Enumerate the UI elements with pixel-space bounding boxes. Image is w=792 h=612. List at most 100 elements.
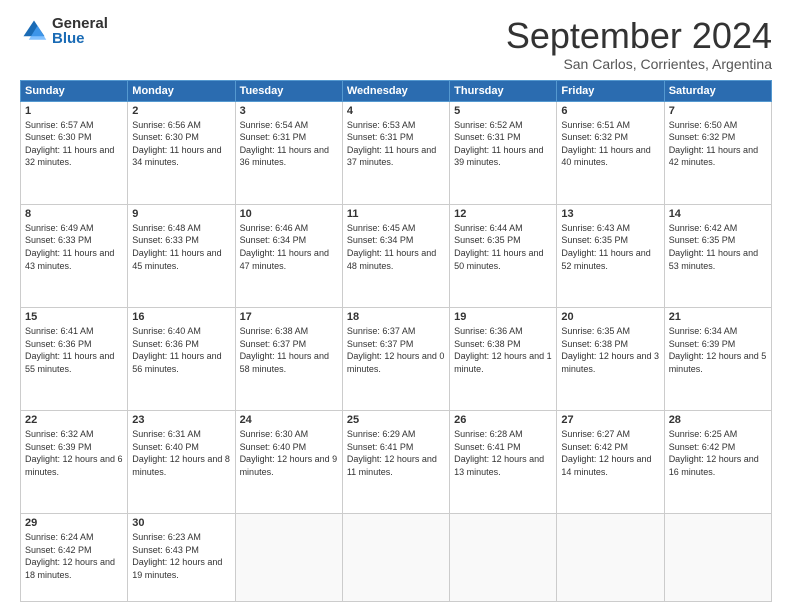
calendar-cell: 22 Sunrise: 6:32 AMSunset: 6:39 PMDaylig… (21, 411, 128, 514)
header: General Blue September 2024 San Carlos, … (20, 16, 772, 72)
day-number: 3 (240, 105, 338, 117)
day-number: 27 (561, 414, 659, 426)
day-info: Sunrise: 6:38 AMSunset: 6:37 PMDaylight:… (240, 326, 329, 374)
calendar-cell: 6 Sunrise: 6:51 AMSunset: 6:32 PMDayligh… (557, 101, 664, 204)
day-number: 24 (240, 414, 338, 426)
calendar-cell: 5 Sunrise: 6:52 AMSunset: 6:31 PMDayligh… (450, 101, 557, 204)
calendar-cell: 29 Sunrise: 6:24 AMSunset: 6:42 PMDaylig… (21, 514, 128, 602)
day-info: Sunrise: 6:50 AMSunset: 6:32 PMDaylight:… (669, 120, 758, 168)
calendar-week-4: 22 Sunrise: 6:32 AMSunset: 6:39 PMDaylig… (21, 411, 772, 514)
day-info: Sunrise: 6:32 AMSunset: 6:39 PMDaylight:… (25, 429, 123, 477)
day-info: Sunrise: 6:30 AMSunset: 6:40 PMDaylight:… (240, 429, 338, 477)
calendar-cell: 20 Sunrise: 6:35 AMSunset: 6:38 PMDaylig… (557, 307, 664, 410)
calendar-cell: 21 Sunrise: 6:34 AMSunset: 6:39 PMDaylig… (664, 307, 771, 410)
day-info: Sunrise: 6:45 AMSunset: 6:34 PMDaylight:… (347, 223, 436, 271)
day-number: 5 (454, 105, 552, 117)
calendar-header-sunday: Sunday (21, 80, 128, 101)
day-number: 29 (25, 517, 123, 529)
day-info: Sunrise: 6:56 AMSunset: 6:30 PMDaylight:… (132, 120, 221, 168)
day-info: Sunrise: 6:53 AMSunset: 6:31 PMDaylight:… (347, 120, 436, 168)
day-number: 25 (347, 414, 445, 426)
calendar-cell: 25 Sunrise: 6:29 AMSunset: 6:41 PMDaylig… (342, 411, 449, 514)
day-info: Sunrise: 6:48 AMSunset: 6:33 PMDaylight:… (132, 223, 221, 271)
calendar-cell (235, 514, 342, 602)
day-info: Sunrise: 6:29 AMSunset: 6:41 PMDaylight:… (347, 429, 437, 477)
calendar-cell: 26 Sunrise: 6:28 AMSunset: 6:41 PMDaylig… (450, 411, 557, 514)
day-info: Sunrise: 6:24 AMSunset: 6:42 PMDaylight:… (25, 532, 115, 580)
day-number: 7 (669, 105, 767, 117)
day-number: 8 (25, 208, 123, 220)
logo-icon (20, 17, 48, 45)
day-number: 30 (132, 517, 230, 529)
day-number: 11 (347, 208, 445, 220)
day-info: Sunrise: 6:44 AMSunset: 6:35 PMDaylight:… (454, 223, 543, 271)
calendar-week-5: 29 Sunrise: 6:24 AMSunset: 6:42 PMDaylig… (21, 514, 772, 602)
calendar-cell: 2 Sunrise: 6:56 AMSunset: 6:30 PMDayligh… (128, 101, 235, 204)
calendar-cell: 14 Sunrise: 6:42 AMSunset: 6:35 PMDaylig… (664, 204, 771, 307)
calendar-cell: 4 Sunrise: 6:53 AMSunset: 6:31 PMDayligh… (342, 101, 449, 204)
calendar-week-1: 1 Sunrise: 6:57 AMSunset: 6:30 PMDayligh… (21, 101, 772, 204)
calendar-cell: 24 Sunrise: 6:30 AMSunset: 6:40 PMDaylig… (235, 411, 342, 514)
calendar-header-friday: Friday (557, 80, 664, 101)
logo-general: General (52, 16, 108, 31)
day-number: 2 (132, 105, 230, 117)
calendar-cell (450, 514, 557, 602)
day-info: Sunrise: 6:34 AMSunset: 6:39 PMDaylight:… (669, 326, 767, 374)
day-info: Sunrise: 6:41 AMSunset: 6:36 PMDaylight:… (25, 326, 114, 374)
day-number: 1 (25, 105, 123, 117)
calendar-cell: 11 Sunrise: 6:45 AMSunset: 6:34 PMDaylig… (342, 204, 449, 307)
day-number: 10 (240, 208, 338, 220)
day-number: 23 (132, 414, 230, 426)
calendar-cell: 28 Sunrise: 6:25 AMSunset: 6:42 PMDaylig… (664, 411, 771, 514)
day-info: Sunrise: 6:46 AMSunset: 6:34 PMDaylight:… (240, 223, 329, 271)
calendar-cell (664, 514, 771, 602)
day-info: Sunrise: 6:57 AMSunset: 6:30 PMDaylight:… (25, 120, 114, 168)
day-info: Sunrise: 6:27 AMSunset: 6:42 PMDaylight:… (561, 429, 651, 477)
day-number: 21 (669, 311, 767, 323)
day-info: Sunrise: 6:42 AMSunset: 6:35 PMDaylight:… (669, 223, 758, 271)
calendar-cell: 7 Sunrise: 6:50 AMSunset: 6:32 PMDayligh… (664, 101, 771, 204)
calendar-cell: 15 Sunrise: 6:41 AMSunset: 6:36 PMDaylig… (21, 307, 128, 410)
day-number: 9 (132, 208, 230, 220)
calendar-table: SundayMondayTuesdayWednesdayThursdayFrid… (20, 80, 772, 602)
month-title: September 2024 (506, 16, 772, 56)
calendar-cell: 13 Sunrise: 6:43 AMSunset: 6:35 PMDaylig… (557, 204, 664, 307)
day-number: 20 (561, 311, 659, 323)
day-info: Sunrise: 6:37 AMSunset: 6:37 PMDaylight:… (347, 326, 445, 374)
calendar-cell: 18 Sunrise: 6:37 AMSunset: 6:37 PMDaylig… (342, 307, 449, 410)
day-number: 28 (669, 414, 767, 426)
day-info: Sunrise: 6:54 AMSunset: 6:31 PMDaylight:… (240, 120, 329, 168)
calendar-cell (557, 514, 664, 602)
day-info: Sunrise: 6:35 AMSunset: 6:38 PMDaylight:… (561, 326, 659, 374)
day-number: 15 (25, 311, 123, 323)
calendar-header-row: SundayMondayTuesdayWednesdayThursdayFrid… (21, 80, 772, 101)
calendar-header-saturday: Saturday (664, 80, 771, 101)
logo: General Blue (20, 16, 108, 46)
day-number: 6 (561, 105, 659, 117)
day-number: 19 (454, 311, 552, 323)
calendar-cell: 10 Sunrise: 6:46 AMSunset: 6:34 PMDaylig… (235, 204, 342, 307)
logo-text: General Blue (52, 16, 108, 46)
calendar-cell: 23 Sunrise: 6:31 AMSunset: 6:40 PMDaylig… (128, 411, 235, 514)
day-number: 4 (347, 105, 445, 117)
calendar-header-thursday: Thursday (450, 80, 557, 101)
calendar-cell: 16 Sunrise: 6:40 AMSunset: 6:36 PMDaylig… (128, 307, 235, 410)
day-info: Sunrise: 6:43 AMSunset: 6:35 PMDaylight:… (561, 223, 650, 271)
day-number: 13 (561, 208, 659, 220)
calendar-cell: 1 Sunrise: 6:57 AMSunset: 6:30 PMDayligh… (21, 101, 128, 204)
day-number: 16 (132, 311, 230, 323)
day-number: 26 (454, 414, 552, 426)
calendar-cell: 27 Sunrise: 6:27 AMSunset: 6:42 PMDaylig… (557, 411, 664, 514)
day-number: 17 (240, 311, 338, 323)
location-title: San Carlos, Corrientes, Argentina (506, 56, 772, 72)
day-number: 22 (25, 414, 123, 426)
day-info: Sunrise: 6:49 AMSunset: 6:33 PMDaylight:… (25, 223, 114, 271)
calendar-cell: 9 Sunrise: 6:48 AMSunset: 6:33 PMDayligh… (128, 204, 235, 307)
calendar-cell: 17 Sunrise: 6:38 AMSunset: 6:37 PMDaylig… (235, 307, 342, 410)
calendar-header-tuesday: Tuesday (235, 80, 342, 101)
calendar-cell: 12 Sunrise: 6:44 AMSunset: 6:35 PMDaylig… (450, 204, 557, 307)
day-info: Sunrise: 6:40 AMSunset: 6:36 PMDaylight:… (132, 326, 221, 374)
title-area: September 2024 San Carlos, Corrientes, A… (506, 16, 772, 72)
calendar-week-2: 8 Sunrise: 6:49 AMSunset: 6:33 PMDayligh… (21, 204, 772, 307)
day-number: 18 (347, 311, 445, 323)
